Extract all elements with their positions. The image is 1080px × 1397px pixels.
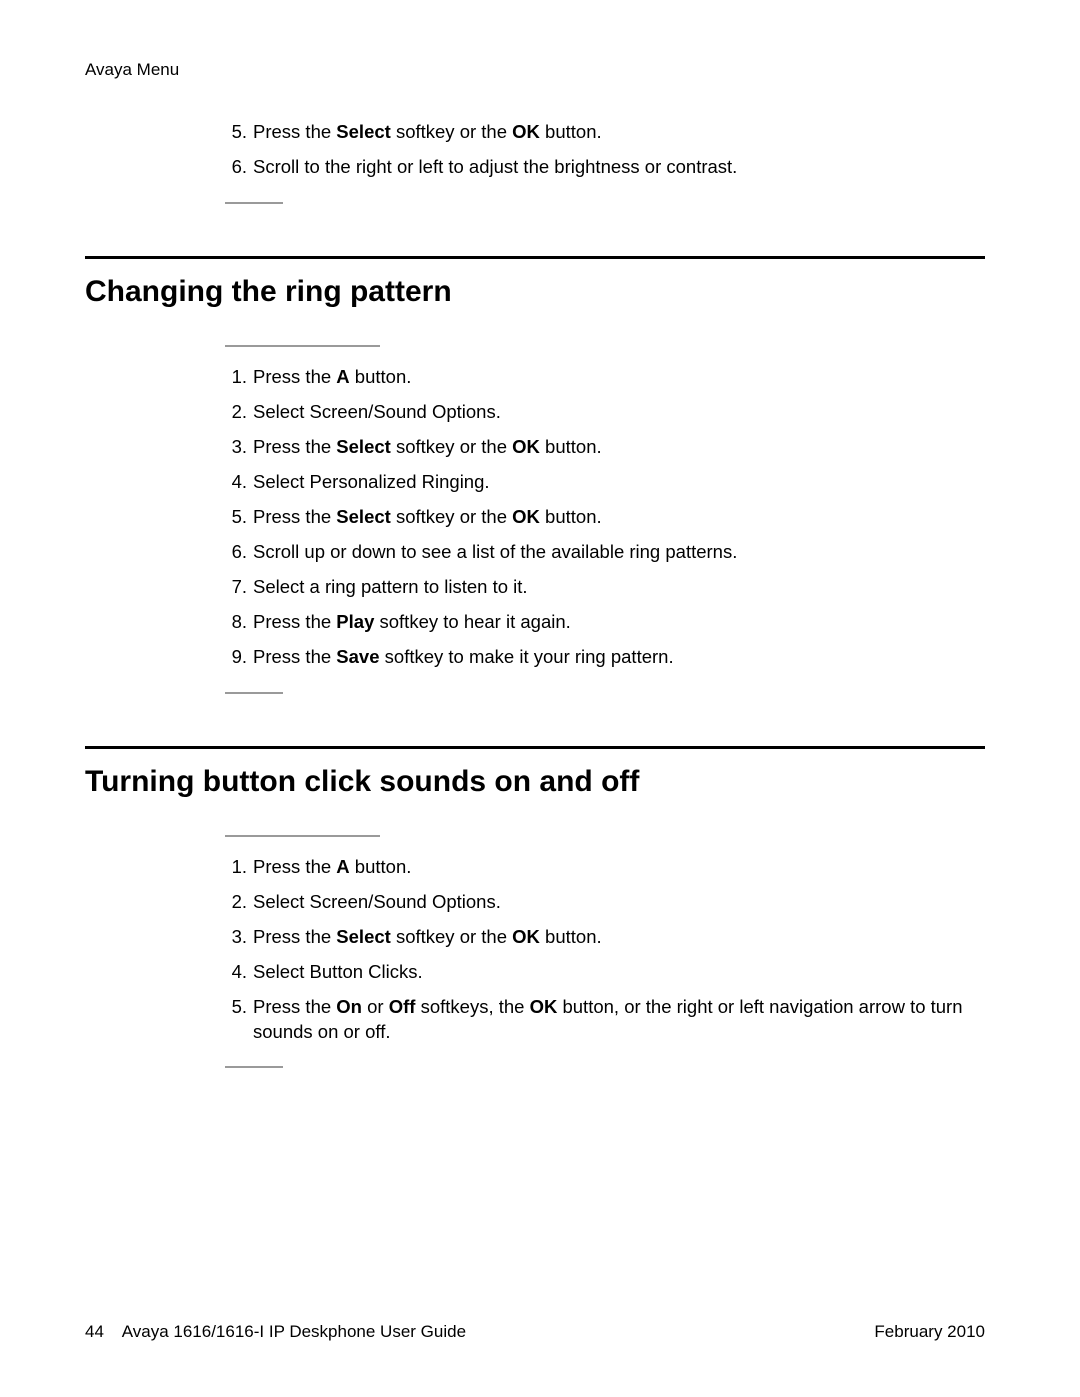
step-text: Select a ring pattern to listen to it. [253, 576, 528, 597]
step-text: Press the [253, 366, 336, 387]
step-text: OK [530, 996, 558, 1017]
short-rule [225, 202, 283, 204]
mid-rule [225, 345, 380, 347]
step-text: button. [540, 506, 602, 527]
top-steps-list: 5. Press the Select softkey or the OK but… [225, 120, 965, 180]
step-item: 4. Select Button Clicks. [225, 960, 965, 985]
top-steps-block: 5. Press the Select softkey or the OK but… [225, 120, 965, 180]
step-number: 5. [225, 120, 247, 145]
section1-steps-list: 1. Press the A button. 2. Select Screen/Sou… [225, 365, 965, 670]
step-item: 5. Press the Select softkey or the OK but… [225, 120, 965, 145]
step-text: Select [336, 436, 391, 457]
step-text: Select Personalized Ringing. [253, 471, 490, 492]
mid-rule [225, 835, 380, 837]
step-text: Off [389, 996, 416, 1017]
step-item: 2. Select Screen/Sound Options. [225, 890, 965, 915]
guide-title: Avaya 1616/1616-I IP Deskphone User Guid… [122, 1322, 466, 1341]
step-number: 6. [225, 155, 247, 180]
step-text: OK [512, 506, 540, 527]
step-number: 4. [225, 960, 247, 985]
step-number: 7. [225, 575, 247, 600]
step-text: button. [540, 121, 602, 142]
step-text: Press the [253, 506, 336, 527]
step-item: 8. Press the Play softkey to hear it agai… [225, 610, 965, 635]
section-separator [85, 256, 985, 259]
step-text: softkeys, the [415, 996, 529, 1017]
step-number: 5. [225, 995, 247, 1020]
short-rule [225, 692, 283, 694]
step-text: Press the [253, 646, 336, 667]
step-number: 1. [225, 855, 247, 880]
step-item: 9. Press the Save softkey to make it your… [225, 645, 965, 670]
step-text: softkey or the [391, 926, 512, 947]
step-text: Play [336, 611, 374, 632]
step-text: On [336, 996, 362, 1017]
step-text: Press the [253, 996, 336, 1017]
step-number: 8. [225, 610, 247, 635]
step-text: Save [336, 646, 379, 667]
step-item: 6. Scroll up or down to see a list of the… [225, 540, 965, 565]
step-number: 4. [225, 470, 247, 495]
step-text: Select Button Clicks. [253, 961, 423, 982]
step-item: 2. Select Screen/Sound Options. [225, 400, 965, 425]
step-text: OK [512, 436, 540, 457]
step-text: softkey or the [391, 121, 512, 142]
step-text: A [336, 856, 349, 877]
step-text: or [362, 996, 389, 1017]
step-text: Press the [253, 926, 336, 947]
step-item: 1. Press the A button. [225, 855, 965, 880]
step-number: 1. [225, 365, 247, 390]
section2-steps-list: 1. Press the A button. 2. Select Screen/Sou… [225, 855, 965, 1045]
section-separator [85, 746, 985, 749]
step-item: 3. Press the Select softkey or the OK but… [225, 925, 965, 950]
page-number: 44 [85, 1322, 104, 1341]
step-text: softkey to make it your ring pattern. [380, 646, 674, 667]
page: Avaya Menu 5. Press the Select softkey or… [0, 0, 1080, 1397]
step-item: 5.Press the On or Off softkeys, the OK b… [225, 995, 965, 1045]
step-text: A [336, 366, 349, 387]
step-text: Select Screen/Sound Options. [253, 401, 501, 422]
step-item: 7. Select a ring pattern to listen to it. [225, 575, 965, 600]
step-text: button. [540, 436, 602, 457]
step-text: Press the [253, 121, 336, 142]
footer-date: February 2010 [874, 1322, 985, 1342]
running-header: Avaya Menu [85, 60, 985, 80]
step-text: OK [512, 121, 540, 142]
step-text: Scroll to the right or left to adjust th… [253, 156, 737, 177]
step-text: softkey to hear it again. [374, 611, 570, 632]
step-item: 1. Press the A button. [225, 365, 965, 390]
step-text: button. [350, 366, 412, 387]
step-number: 2. [225, 400, 247, 425]
step-text: Scroll up or down to see a list of the a… [253, 541, 737, 562]
section-title-ring-pattern: Changing the ring pattern [85, 275, 985, 309]
step-text: Select [336, 926, 391, 947]
step-text: Press the [253, 856, 336, 877]
section1-steps-block: 1. Press the A button. 2. Select Screen/Sou… [225, 365, 965, 670]
step-text: Select [336, 121, 391, 142]
step-text: button. [540, 926, 602, 947]
step-item: 4. Select Personalized Ringing. [225, 470, 965, 495]
section-title-button-clicks: Turning button click sounds on and off [85, 765, 985, 799]
step-text: Select Screen/Sound Options. [253, 891, 501, 912]
step-number: 3. [225, 435, 247, 460]
step-text: button. [350, 856, 412, 877]
step-item: 5. Press the Select softkey or the OK but… [225, 505, 965, 530]
step-text: softkey or the [391, 506, 512, 527]
step-number: 2. [225, 890, 247, 915]
step-number: 9. [225, 645, 247, 670]
step-number: 3. [225, 925, 247, 950]
footer-left: 44 Avaya 1616/1616-I IP Deskphone User G… [85, 1322, 466, 1342]
step-text: Press the [253, 436, 336, 457]
short-rule [225, 1066, 283, 1068]
step-text: Select [336, 506, 391, 527]
step-item: 6. Scroll to the right or left to adjust … [225, 155, 965, 180]
step-text: Press the [253, 611, 336, 632]
step-number: 6. [225, 540, 247, 565]
page-footer: 44 Avaya 1616/1616-I IP Deskphone User G… [85, 1322, 985, 1342]
step-number: 5. [225, 505, 247, 530]
section2-steps-block: 1. Press the A button. 2. Select Screen/Sou… [225, 855, 965, 1045]
step-text: OK [512, 926, 540, 947]
step-text: softkey or the [391, 436, 512, 457]
step-item: 3. Press the Select softkey or the OK but… [225, 435, 965, 460]
